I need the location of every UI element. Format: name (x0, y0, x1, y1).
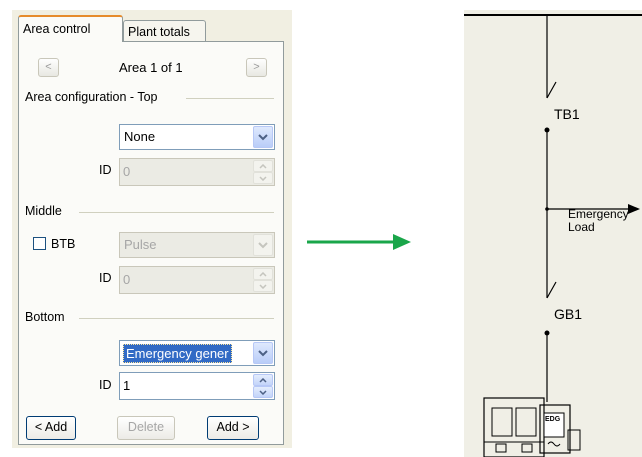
top-section-divider (186, 98, 274, 99)
spin-up-icon[interactable] (253, 268, 273, 280)
middle-id-spinner[interactable]: 0 (119, 266, 275, 294)
spin-down-icon[interactable] (253, 172, 273, 184)
top-id-spinner[interactable]: 0 (119, 158, 275, 186)
btb-label: BTB (51, 237, 76, 251)
bottom-id-spinner[interactable]: 1 (119, 372, 275, 400)
top-id-value: 0 (123, 164, 131, 179)
breaker-gb1-label: GB1 (554, 306, 583, 322)
middle-type-value: Pulse (124, 237, 157, 252)
spin-up-icon[interactable] (253, 374, 273, 386)
top-section-title: Area configuration - Top (25, 90, 158, 104)
middle-id-value: 0 (123, 272, 131, 287)
breaker-tb1-label: TB1 (554, 106, 580, 122)
middle-section-divider (79, 212, 274, 213)
chevron-down-icon[interactable] (253, 126, 273, 148)
tab-content: < Area 1 of 1 > Area configuration - Top… (18, 41, 284, 445)
spin-down-icon[interactable] (253, 280, 273, 292)
prev-area-button[interactable]: < (38, 58, 59, 77)
next-area-button[interactable]: > (246, 58, 267, 77)
bottom-section-title: Bottom (25, 310, 65, 324)
top-type-dropdown[interactable]: None (119, 124, 275, 150)
emergency-load-label: Emergency Load (568, 208, 629, 234)
generator-label: EDG (545, 416, 561, 423)
middle-type-dropdown[interactable]: Pulse (119, 232, 275, 258)
add-right-button[interactable]: Add > (207, 416, 259, 440)
middle-id-label: ID (99, 271, 112, 285)
spin-up-icon[interactable] (253, 160, 273, 172)
load-label-line2: Load (568, 220, 595, 234)
btb-checkbox[interactable] (33, 237, 46, 250)
chevron-down-icon[interactable] (253, 234, 273, 256)
bottom-section-divider (79, 318, 274, 319)
bottom-type-dropdown[interactable]: Emergency gener (119, 340, 275, 366)
delete-button[interactable]: Delete (117, 416, 175, 440)
tab-plant-totals[interactable]: Plant totals (123, 20, 206, 42)
spin-down-icon[interactable] (253, 386, 273, 398)
arrow-right-icon (307, 234, 411, 250)
top-id-label: ID (99, 163, 112, 177)
bottom-id-label: ID (99, 378, 112, 392)
area-counter: Area 1 of 1 (119, 60, 183, 75)
top-type-value: None (124, 129, 156, 144)
single-line-diagram: TB1 Emergency Load GB1 EDG (464, 10, 642, 457)
bottom-type-value: Emergency gener (123, 344, 232, 363)
middle-section-title: Middle (25, 204, 62, 218)
add-left-button[interactable]: < Add (26, 416, 76, 440)
area-control-panel: Area control Plant totals < Area 1 of 1 … (12, 10, 292, 448)
chevron-down-icon[interactable] (253, 342, 273, 364)
bottom-id-value: 1 (123, 378, 131, 393)
tab-area-control[interactable]: Area control (18, 15, 123, 42)
